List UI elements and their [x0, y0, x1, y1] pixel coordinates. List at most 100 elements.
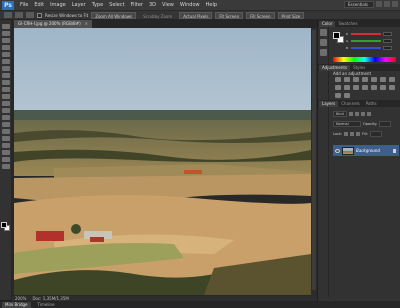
clone-stamp-tool-icon[interactable]	[1, 80, 10, 85]
zoom-all-windows-button[interactable]: Zoom All Windows	[91, 11, 137, 19]
channel-mixer-icon[interactable]	[353, 85, 359, 90]
hue-saturation-icon[interactable]	[380, 77, 386, 82]
layer-kind-filter[interactable]: Kind	[333, 111, 347, 117]
document-canvas[interactable]	[12, 28, 317, 296]
hand-tool-icon[interactable]	[1, 150, 10, 155]
red-value-field[interactable]	[383, 32, 392, 36]
gradient-map-icon[interactable]	[335, 93, 341, 98]
fill-field[interactable]	[370, 131, 383, 137]
filter-type-icon[interactable]	[360, 112, 365, 116]
color-balance-icon[interactable]	[389, 77, 395, 82]
menu-3d[interactable]: 3D	[146, 2, 159, 8]
minimize-button[interactable]	[376, 1, 382, 7]
actual-pixels-button[interactable]: Actual Pixels	[179, 11, 213, 19]
foreground-color-swatch[interactable]	[1, 222, 7, 228]
photo-filter-icon[interactable]	[344, 85, 350, 90]
lock-position-icon[interactable]	[350, 132, 355, 136]
tab-channels[interactable]: Channels	[338, 101, 363, 107]
lasso-tool-icon[interactable]	[1, 38, 10, 43]
levels-icon[interactable]	[344, 77, 350, 82]
tab-mini-bridge[interactable]: Mini Bridge	[2, 301, 31, 308]
blue-slider[interactable]	[351, 47, 381, 49]
close-window-button[interactable]	[392, 1, 398, 7]
visibility-eye-icon[interactable]	[335, 148, 340, 153]
invert-icon[interactable]	[371, 85, 377, 90]
eyedropper-tool-icon[interactable]	[1, 59, 10, 64]
close-tab-icon[interactable]: ×	[85, 21, 88, 26]
menu-file[interactable]: File	[17, 2, 31, 8]
threshold-icon[interactable]	[389, 85, 395, 90]
zoom-tool-panel-icon[interactable]	[1, 157, 10, 162]
zoom-in-icon[interactable]	[15, 12, 23, 18]
tab-paths[interactable]: Paths	[363, 101, 380, 107]
lock-all-icon[interactable]	[356, 132, 361, 136]
adjustment-icons	[335, 77, 395, 98]
gradient-tool-icon[interactable]	[1, 101, 10, 106]
fit-screen-button[interactable]: Fit Screen	[215, 11, 244, 19]
brush-tool-icon[interactable]	[1, 73, 10, 78]
maximize-button[interactable]	[384, 1, 390, 7]
blue-value-field[interactable]	[383, 46, 392, 50]
move-tool-icon[interactable]	[1, 24, 10, 29]
marquee-tool-icon[interactable]	[1, 31, 10, 36]
layer-background[interactable]: Background	[333, 145, 399, 156]
curves-icon[interactable]	[353, 77, 359, 82]
menu-select[interactable]: Select	[106, 2, 127, 8]
blend-mode-select[interactable]: Normal	[333, 121, 361, 127]
menu-filter[interactable]: Filter	[128, 2, 146, 8]
vibrance-icon[interactable]	[371, 77, 377, 82]
eraser-tool-icon[interactable]	[1, 94, 10, 99]
menu-image[interactable]: Image	[47, 2, 69, 8]
pen-tool-icon[interactable]	[1, 122, 10, 127]
filter-adjustment-icon[interactable]	[354, 112, 359, 116]
menu-layer[interactable]: Layer	[69, 2, 89, 8]
crop-tool-icon[interactable]	[1, 52, 10, 57]
selective-color-icon[interactable]	[344, 93, 350, 98]
menu-window[interactable]: Window	[177, 2, 203, 8]
history-panel-icon[interactable]	[319, 29, 327, 36]
healing-brush-tool-icon[interactable]	[1, 66, 10, 71]
menu-type[interactable]: Type	[89, 2, 106, 8]
scrollbar-thumb[interactable]	[312, 30, 316, 290]
color-lookup-icon[interactable]	[362, 85, 368, 90]
black-white-icon[interactable]	[335, 85, 341, 90]
tab-color[interactable]: Color	[319, 21, 336, 27]
green-value-field[interactable]	[383, 39, 392, 43]
shape-tool-icon[interactable]	[1, 143, 10, 148]
filter-shape-icon[interactable]	[366, 112, 371, 116]
menu-edit[interactable]: Edit	[31, 2, 47, 8]
exposure-icon[interactable]	[362, 77, 368, 82]
quick-select-tool-icon[interactable]	[1, 45, 10, 50]
opacity-field[interactable]	[379, 121, 392, 127]
posterize-icon[interactable]	[380, 85, 386, 90]
type-tool-icon[interactable]	[1, 129, 10, 134]
green-slider[interactable]	[351, 40, 381, 42]
dodge-tool-icon[interactable]	[1, 115, 10, 120]
color-panel-foreground[interactable]	[333, 32, 340, 39]
color-spectrum[interactable]	[333, 57, 396, 62]
scrubby-zoom-option[interactable]: Scrubby Zoom	[139, 12, 176, 19]
filter-pixel-icon[interactable]	[348, 112, 353, 116]
extra-tools-icon[interactable]	[1, 164, 10, 169]
resize-windows-checkbox[interactable]	[37, 12, 42, 18]
workspace-select[interactable]: Essentials	[344, 1, 374, 8]
fill-screen-button[interactable]: Fill Screen	[246, 11, 275, 19]
resize-windows-label: Resize Windows to Fit	[45, 12, 89, 18]
brightness-contrast-icon[interactable]	[335, 77, 341, 82]
tab-layers[interactable]: Layers	[319, 101, 339, 107]
print-size-button[interactable]: Print Size	[277, 11, 305, 19]
tab-swatches[interactable]: Swatches	[335, 21, 360, 27]
blur-tool-icon[interactable]	[1, 108, 10, 113]
zoom-tool-icon[interactable]	[4, 12, 12, 18]
history-brush-tool-icon[interactable]	[1, 87, 10, 92]
path-selection-tool-icon[interactable]	[1, 136, 10, 141]
properties-panel-icon[interactable]	[319, 39, 327, 46]
tab-timeline[interactable]: Timeline	[35, 302, 58, 308]
red-slider[interactable]	[351, 33, 381, 35]
info-panel-icon[interactable]	[319, 49, 327, 56]
lock-pixels-icon[interactable]	[344, 132, 349, 136]
menu-help[interactable]: Help	[203, 2, 220, 8]
document-tab[interactable]: GI-CRH-I.jpg @ 200% (RGB/8#) ×	[14, 20, 92, 28]
zoom-out-icon[interactable]	[26, 12, 34, 18]
menu-view[interactable]: View	[159, 2, 177, 8]
